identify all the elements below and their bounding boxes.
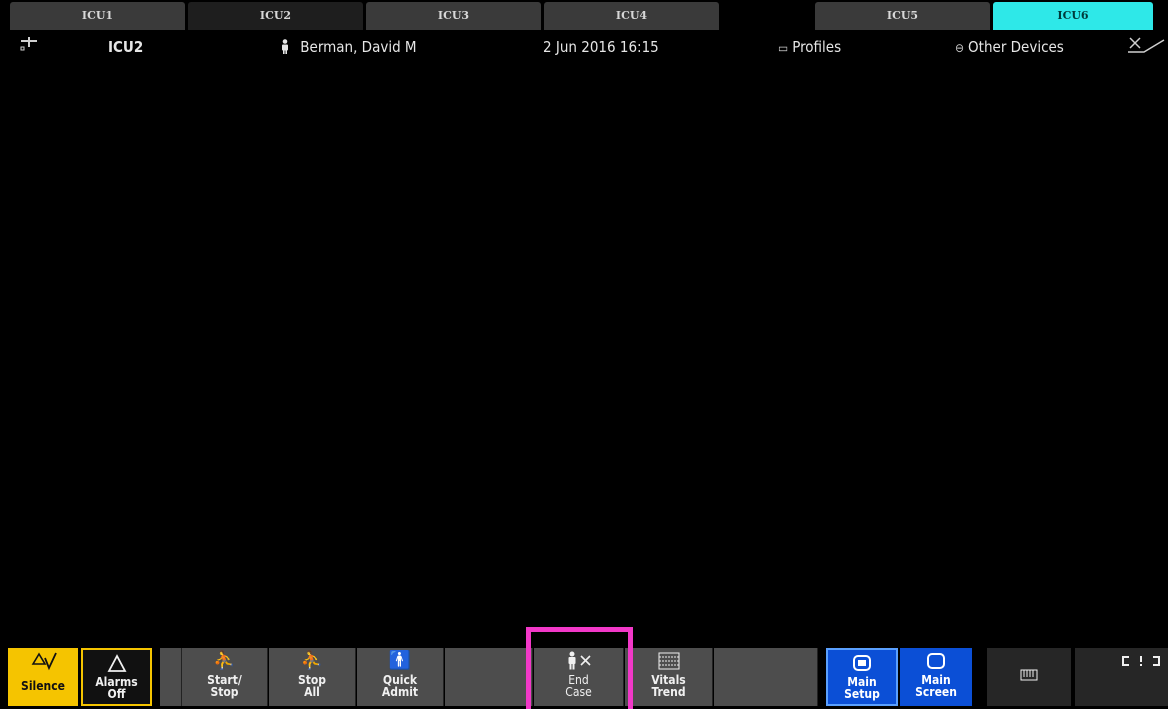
silence-bell-icon — [8, 648, 78, 674]
keyboard-icon — [987, 648, 1071, 688]
quick-admit-icon: 🚹 — [388, 650, 412, 671]
tab-icu4[interactable]: ICU4 — [544, 2, 719, 30]
stop-all-icon: ⛹ — [300, 650, 324, 671]
end-case-button[interactable]: End Case — [534, 648, 624, 706]
vitals-trend-icon — [625, 648, 712, 674]
silence-button[interactable]: Silence — [8, 648, 78, 706]
patient-name: Berman, David M — [300, 38, 417, 56]
start-stop-label-2: Stop — [210, 685, 239, 699]
tab-icu5[interactable]: ICU5 — [815, 2, 990, 30]
quick-admit-label-2: Admit — [381, 685, 419, 699]
spacer-key — [160, 648, 182, 706]
main-setup-label-2: Setup — [844, 687, 880, 701]
main-display-area — [0, 60, 1168, 646]
main-setup-icon — [828, 650, 896, 676]
start-stop-icon: ⛹ — [213, 650, 236, 671]
end-case-icon — [534, 648, 623, 674]
softkey-bar: Silence Alarms Off ⛹ Start/ Stop ⛹ Stop … — [0, 646, 1168, 709]
main-screen-icon — [900, 648, 972, 674]
profiles-icon: ▭ — [778, 41, 789, 55]
quick-admit-button[interactable]: 🚹 Quick Admit — [357, 648, 444, 706]
other-devices-button[interactable]: ⊖ Other Devices — [955, 38, 1064, 56]
bed-tabs: ICU1 ICU2 ICU3 ICU4 ICU5 ICU6 — [0, 0, 1168, 34]
stop-all-label-2: All — [304, 685, 320, 699]
network-icon[interactable] — [20, 37, 38, 55]
person-icon — [280, 38, 294, 56]
alarm-triangle-icon — [83, 650, 150, 676]
other-devices-label: Other Devices — [968, 38, 1064, 56]
vitals-trend-button[interactable]: Vitals Trend — [625, 648, 713, 706]
bed-label: ICU2 — [108, 38, 144, 56]
alarms-off-button[interactable]: Alarms Off — [81, 648, 152, 706]
other-devices-icon: ⊖ — [955, 41, 965, 55]
end-case-label-2: Case — [565, 685, 592, 699]
main-screen-button[interactable]: Main Screen — [900, 648, 972, 706]
status-bar: ICU2 Berman, David M 2 Jun 2016 16:15 ▭ P… — [0, 34, 1168, 60]
tab-icu3[interactable]: ICU3 — [366, 2, 541, 30]
empty-key-2 — [714, 648, 818, 706]
tab-empty — [722, 2, 812, 30]
vitals-trend-label-2: Trend — [651, 685, 686, 699]
alarms-off-label-2: Off — [107, 687, 126, 701]
silence-label: Silence — [21, 679, 65, 693]
tab-icu2[interactable]: ICU2 — [188, 2, 363, 30]
tab-icu6[interactable]: ICU6 — [993, 2, 1153, 30]
profiles-label: Profiles — [792, 38, 842, 56]
expand-icon — [1075, 648, 1162, 674]
bottom-margin — [0, 709, 1168, 714]
date-time: 2 Jun 2016 16:15 — [543, 38, 659, 56]
start-stop-button[interactable]: ⛹ Start/ Stop — [182, 648, 268, 706]
empty-key-1 — [445, 648, 533, 706]
alarm-crossed-icon[interactable] — [1126, 36, 1166, 58]
tab-icu1[interactable]: ICU1 — [10, 2, 185, 30]
profiles-button[interactable]: ▭ Profiles — [778, 38, 841, 56]
expand-button[interactable] — [1075, 648, 1168, 706]
keyboard-button[interactable] — [987, 648, 1071, 706]
main-screen-label-2: Screen — [915, 685, 957, 699]
main-setup-button[interactable]: Main Setup — [826, 648, 898, 706]
stop-all-button[interactable]: ⛹ Stop All — [269, 648, 356, 706]
patient-name-field[interactable]: Berman, David M — [280, 38, 417, 56]
